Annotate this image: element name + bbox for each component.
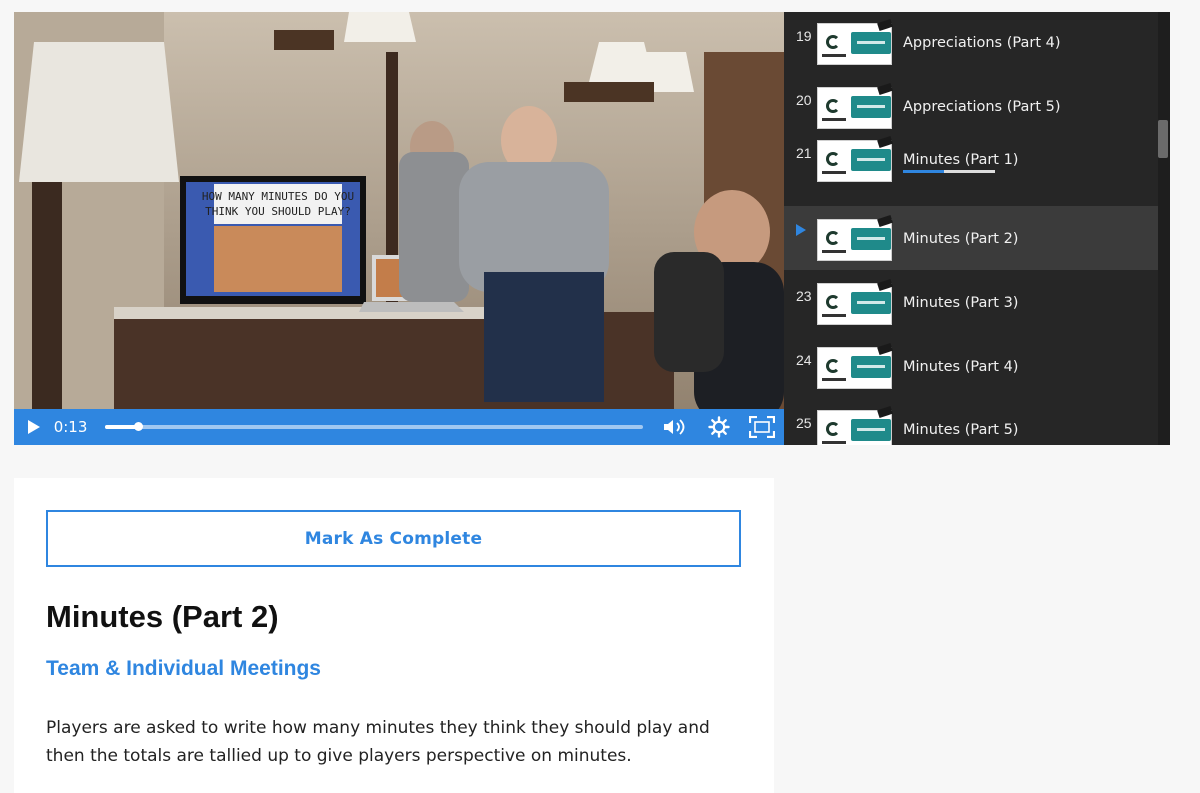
video-player[interactable]: HOW MANY MINUTES DO YOU THINK YOU SHOULD…	[14, 12, 784, 445]
current-time: 0:13	[53, 418, 88, 436]
graduation-cap-icon	[877, 343, 893, 355]
seek-bar[interactable]	[105, 422, 644, 431]
playlist-item-thumbnail	[817, 83, 893, 129]
graduation-cap-icon	[877, 19, 893, 31]
playlist-item-title: Minutes (Part 4)	[903, 359, 1019, 375]
play-icon	[27, 420, 40, 434]
playlist-item-number: 20	[796, 92, 812, 108]
brand-logo-icon	[826, 359, 840, 373]
playlist-item-number: 25	[796, 415, 812, 431]
playlist-item-title: Minutes (Part 3)	[903, 295, 1019, 311]
playlist-item[interactable]: 21 Minutes (Part 1)	[784, 127, 1158, 191]
brand-logo-icon	[826, 35, 840, 49]
playlist-item-title: Minutes (Part 1)	[903, 152, 1019, 168]
brand-logo-icon	[826, 152, 840, 166]
lesson-category[interactable]: Team & Individual Meetings	[46, 657, 321, 681]
playlist-item[interactable]: Minutes (Part 2)	[784, 206, 1158, 270]
playlist-item-title: Appreciations (Part 5)	[903, 99, 1061, 115]
playlist-item-thumbnail	[817, 19, 893, 65]
play-button[interactable]	[14, 409, 54, 445]
graduation-cap-icon	[877, 83, 893, 95]
playlist-item-thumbnail	[817, 406, 893, 445]
playlist-item[interactable]: 19 Appreciations (Part 4)	[784, 12, 1158, 74]
playlist-item-thumbnail	[817, 136, 893, 182]
tv-text-line1: HOW MANY MINUTES DO YOU	[202, 190, 354, 203]
playlist-item-number: 23	[796, 288, 812, 304]
playlist-scrollbar[interactable]	[1158, 12, 1170, 445]
playlist-item-thumbnail	[817, 215, 893, 261]
brand-logo-icon	[826, 295, 840, 309]
video-frame: HOW MANY MINUTES DO YOU THINK YOU SHOULD…	[14, 12, 784, 445]
playlist-item-number: 24	[796, 352, 812, 368]
tv-text-line2: THINK YOU SHOULD PLAY?	[205, 205, 351, 218]
graduation-cap-icon	[877, 406, 893, 418]
playlist-item[interactable]: 24 Minutes (Part 4)	[784, 334, 1158, 398]
playlist-item-thumbnail	[817, 343, 893, 389]
seek-progress	[105, 425, 138, 429]
volume-icon	[663, 419, 685, 435]
playlist-item-title: Minutes (Part 5)	[903, 422, 1019, 438]
settings-button[interactable]	[697, 409, 741, 445]
graduation-cap-icon	[877, 136, 893, 148]
brand-logo-icon	[826, 99, 840, 113]
playlist-item-title: Minutes (Part 2)	[903, 231, 1019, 247]
lesson-page: HOW MANY MINUTES DO YOU THINK YOU SHOULD…	[0, 0, 1200, 793]
watched-progress	[903, 170, 995, 173]
fullscreen-button[interactable]	[740, 409, 784, 445]
volume-button[interactable]	[653, 409, 697, 445]
fullscreen-icon	[749, 416, 776, 438]
playlist-item[interactable]: 23 Minutes (Part 3)	[784, 270, 1158, 334]
graduation-cap-icon	[877, 215, 893, 227]
lesson-description: Players are asked to write how many minu…	[46, 718, 710, 766]
playlist-item-title: Appreciations (Part 4)	[903, 35, 1061, 51]
graduation-cap-icon	[877, 279, 893, 291]
playlist-scrollbar-thumb[interactable]	[1158, 120, 1168, 158]
playlist-item-thumbnail	[817, 279, 893, 325]
mark-complete-button[interactable]: Mark As Complete	[46, 510, 741, 567]
seek-handle[interactable]	[133, 422, 143, 431]
video-controls: 0:13	[14, 409, 784, 445]
brand-logo-icon	[826, 422, 840, 436]
lesson-card: Mark As Complete Minutes (Part 2) Team &…	[14, 478, 774, 793]
now-playing-icon	[796, 224, 806, 236]
playlist-item-number: 21	[796, 145, 812, 161]
lesson-title: Minutes (Part 2)	[46, 599, 279, 634]
playlist-item-number: 19	[796, 28, 812, 44]
watched-progress-fill	[903, 170, 945, 173]
playlist-panel[interactable]: 19 Appreciations (Part 4) 20 Appreciations …	[784, 12, 1170, 445]
brand-logo-icon	[826, 231, 840, 245]
playlist-item[interactable]: 25 Minutes (Part 5)	[784, 397, 1158, 445]
gear-icon	[707, 416, 730, 438]
